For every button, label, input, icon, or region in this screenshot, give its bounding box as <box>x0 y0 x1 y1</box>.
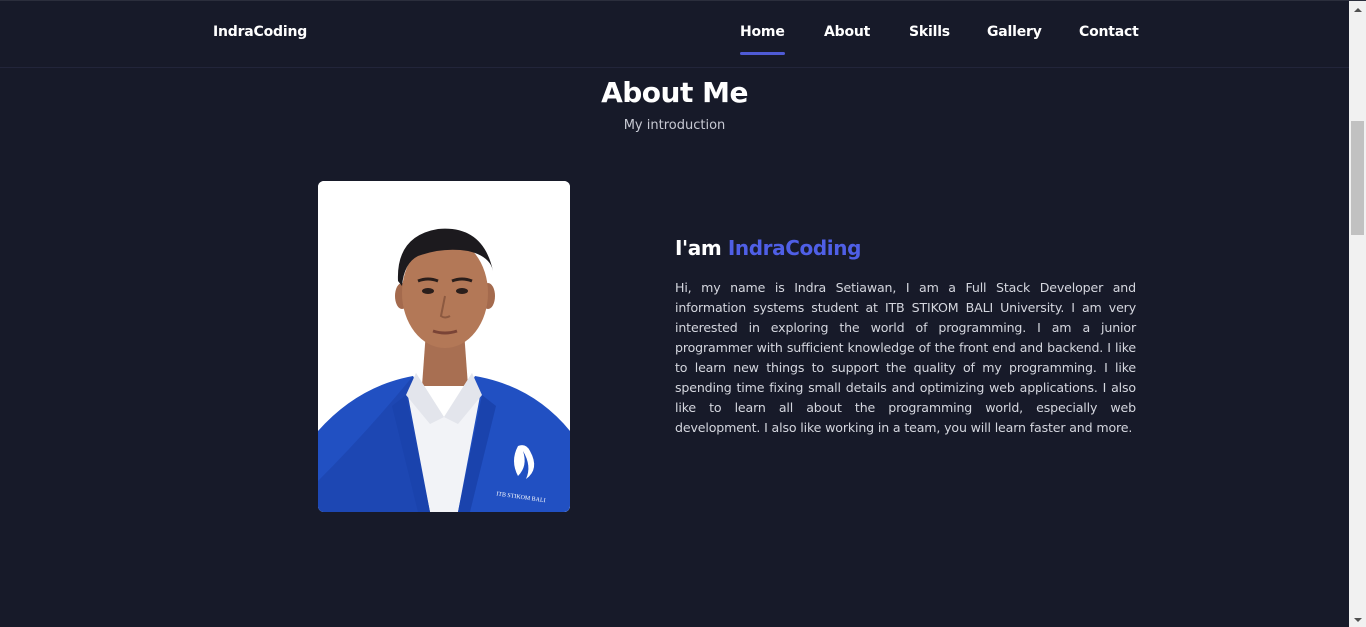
nav-link-skills[interactable]: Skills <box>909 24 950 40</box>
nav-link-about[interactable]: About <box>824 24 870 40</box>
page: IndraCoding Home About Skills Gallery Co… <box>0 0 1366 627</box>
nav-link-contact[interactable]: Contact <box>1079 24 1139 40</box>
section-title: About Me <box>601 76 748 109</box>
greeting-heading: I'am IndraCoding <box>675 236 861 260</box>
greeting-prefix: I'am <box>675 236 722 260</box>
vertical-scrollbar[interactable] <box>1349 1 1366 627</box>
scroll-up-arrow-icon[interactable] <box>1349 1 1366 18</box>
scrollbar-thumb[interactable] <box>1351 121 1364 235</box>
section-subtitle: My introduction <box>623 118 726 133</box>
profile-photo: ITB STIKOM BALI <box>318 181 570 512</box>
header: IndraCoding Home About Skills Gallery Co… <box>0 1 1349 68</box>
greeting-name: IndraCoding <box>727 236 862 260</box>
nav-link-gallery[interactable]: Gallery <box>987 24 1042 40</box>
main-nav: Home About Skills Gallery Contact <box>0 24 1349 64</box>
scroll-down-arrow-icon[interactable] <box>1349 611 1366 627</box>
about-description: Hi, my name is Indra Setiawan, I am a Fu… <box>675 280 1136 435</box>
nav-link-home[interactable]: Home <box>740 24 785 55</box>
